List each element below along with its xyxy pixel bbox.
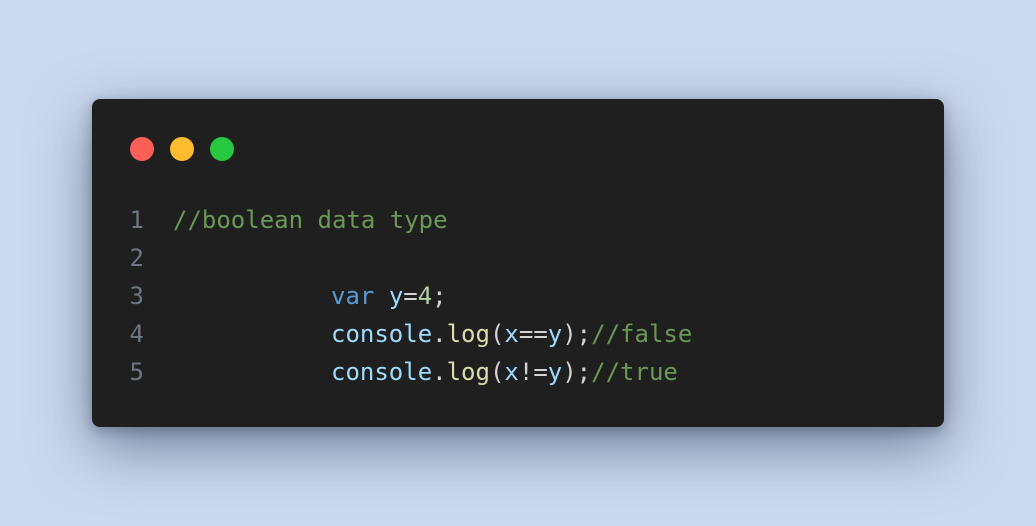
code-comment: //true <box>591 358 678 386</box>
code-object: console <box>331 320 433 348</box>
code-line-5: 5 console.log(x!=y);//true <box>92 353 944 391</box>
code-method: log <box>446 358 490 386</box>
code-punctuation: ( <box>489 320 505 348</box>
code-punctuation: ; <box>432 282 447 310</box>
minimize-window-dot[interactable] <box>170 137 194 161</box>
code-punctuation: ); <box>562 320 592 348</box>
code-comment: //false <box>591 320 693 348</box>
code-variable: y <box>547 320 563 348</box>
line-number: 1 <box>129 206 144 234</box>
code-number: 4 <box>417 282 433 310</box>
code-punctuation: . <box>432 358 447 386</box>
code-method: log <box>446 320 490 348</box>
code-punctuation: ( <box>489 358 505 386</box>
code-line-3: 3 var y=4; <box>92 277 944 315</box>
code-keyword: var <box>331 282 375 310</box>
code-window: 1//boolean data type 2 3 var y=4; 4 consol… <box>92 99 944 427</box>
code-operator: != <box>518 358 548 386</box>
close-window-dot[interactable] <box>130 137 154 161</box>
code-punctuation: . <box>432 320 447 348</box>
line-number: 4 <box>129 320 144 348</box>
line-number: 3 <box>129 282 144 310</box>
code-line-4: 4 console.log(x==y);//false <box>92 315 944 353</box>
code-variable: x <box>504 358 519 386</box>
code-variable: y <box>547 358 563 386</box>
code-line-1: 1 //boolean data type <box>92 201 944 239</box>
line-number: 2 <box>129 244 144 272</box>
code-variable: x <box>504 320 519 348</box>
code-line-2: 2 <box>92 239 944 277</box>
code-punctuation: ); <box>562 358 592 386</box>
code-variable: y <box>388 282 404 310</box>
code-block: 1//boolean data type 2 3 var y=4; 4 consol… <box>92 201 944 391</box>
code-object: console <box>331 358 433 386</box>
maximize-window-dot[interactable] <box>210 137 234 161</box>
code-operator: == <box>518 320 548 348</box>
code-comment: //boolean data type <box>173 206 448 234</box>
code-operator: = <box>403 282 418 310</box>
line-number: 5 <box>129 358 144 386</box>
